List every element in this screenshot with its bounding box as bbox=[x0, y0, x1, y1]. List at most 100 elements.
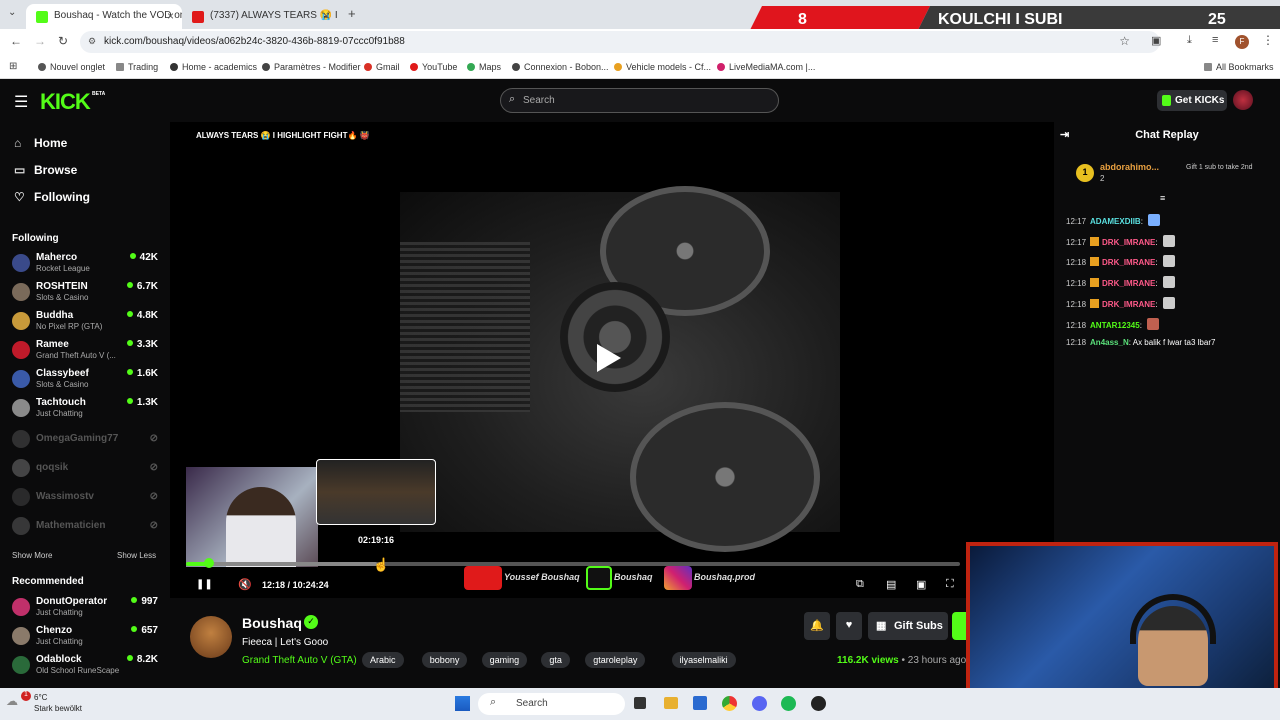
extensions-icon[interactable]: ▣ bbox=[1151, 34, 1161, 47]
bookmark-parametres[interactable]: Paramètres - Modifier bbox=[262, 62, 361, 72]
offline-channel[interactable]: OmegaGaming77 ⊘ bbox=[12, 428, 162, 456]
site-info-icon[interactable]: ⚙ bbox=[88, 36, 96, 47]
stream-tag[interactable]: gtaroleplay bbox=[585, 652, 646, 668]
pause-icon[interactable]: ❚❚ bbox=[196, 579, 213, 590]
all-bookmarks[interactable]: All Bookmarks bbox=[1204, 62, 1274, 72]
message-time: 12:17 bbox=[1066, 217, 1087, 226]
seek-knob[interactable] bbox=[203, 558, 214, 568]
bookmark-connexion[interactable]: Connexion - Bobon... bbox=[512, 62, 609, 72]
discord-icon[interactable] bbox=[752, 696, 767, 711]
gift-icon: ▦ bbox=[876, 620, 887, 632]
stream-tag[interactable]: bobony bbox=[421, 652, 468, 668]
chat-filter-icon[interactable]: ≡ bbox=[1160, 193, 1165, 203]
app-icon[interactable] bbox=[811, 696, 826, 711]
tab-list-chevron-icon[interactable]: ⌄ bbox=[8, 7, 16, 18]
reload-icon[interactable]: ↻ bbox=[58, 34, 68, 48]
message-username[interactable]: DRK_IMRANE bbox=[1102, 279, 1155, 288]
message-username[interactable]: DRK_IMRANE bbox=[1102, 300, 1155, 309]
streamer-avatar[interactable] bbox=[190, 616, 232, 658]
following-channel[interactable]: Classybeef Slots & Casino 1.6K bbox=[12, 368, 162, 396]
bookmark-star-icon[interactable]: ☆ bbox=[1119, 34, 1130, 48]
message-username[interactable]: ADAMEXDIIB bbox=[1090, 217, 1141, 226]
store-icon[interactable] bbox=[693, 696, 707, 710]
message-username[interactable]: ANTAR12345 bbox=[1090, 321, 1140, 330]
banner-number-left: 8 bbox=[798, 11, 807, 28]
profile-avatar[interactable]: F bbox=[1235, 35, 1249, 49]
close-tab-icon[interactable]: × bbox=[167, 9, 174, 23]
social-links-overlay: Youssef Boushaq Boushaq Boushaq.prod bbox=[464, 564, 762, 594]
recommended-channel[interactable]: Chenzo Just Chatting 657 bbox=[12, 625, 162, 653]
stream-tag[interactable]: Arabic bbox=[362, 652, 404, 668]
bookmark-vehicle-models[interactable]: Vehicle models - Cf... bbox=[614, 62, 711, 72]
task-view-icon[interactable] bbox=[634, 697, 646, 709]
spotify-icon[interactable] bbox=[781, 696, 796, 711]
nav-following[interactable]: ♡ Following bbox=[14, 190, 90, 204]
tab-youtube[interactable]: (7337) ALWAYS TEARS 😭 I HIGH × bbox=[182, 4, 338, 29]
weather-icon[interactable]: ☁ bbox=[6, 694, 18, 708]
nav-home[interactable]: ⌂ Home bbox=[14, 136, 67, 150]
message-username[interactable]: DRK_IMRANE bbox=[1102, 238, 1155, 247]
message-username[interactable]: An4ass_N bbox=[1090, 338, 1129, 347]
recommended-channel[interactable]: DonutOperator Just Chatting 997 bbox=[12, 596, 162, 624]
collapse-chat-icon[interactable]: ⇥ bbox=[1060, 128, 1069, 141]
bookmark-trading[interactable]: Trading bbox=[116, 62, 158, 72]
bookmark-livemedia[interactable]: LiveMediaMA.com |... bbox=[717, 62, 815, 72]
get-kicks-button[interactable]: Get KICKs bbox=[1157, 90, 1227, 111]
download-icon[interactable]: ⤓ bbox=[1187, 34, 1192, 47]
recommended-channel[interactable]: Odablock Old School RuneScape 8.2K bbox=[12, 654, 162, 682]
duration: 10:24:24 bbox=[292, 580, 329, 590]
file-explorer-icon[interactable] bbox=[664, 697, 678, 709]
following-channel[interactable]: Tachtouch Just Chatting 1.3K bbox=[12, 397, 162, 425]
bookmark-maps[interactable]: Maps bbox=[467, 62, 501, 72]
pip-icon[interactable]: ▣ bbox=[916, 578, 926, 591]
windows-start-icon[interactable] bbox=[455, 696, 470, 711]
stream-category[interactable]: Grand Theft Auto V (GTA) bbox=[242, 655, 357, 666]
video-player[interactable]: ALWAYS TEARS 😭 I HIGHLIGHT FIGHT🔥 👹 02:1… bbox=[170, 122, 1054, 598]
tab-kick[interactable]: Boushaq - Watch the VOD on K × bbox=[26, 4, 182, 29]
following-channel[interactable]: Buddha No Pixel RP (GTA) 4.8K bbox=[12, 310, 162, 338]
stream-tag[interactable]: gta bbox=[541, 652, 570, 668]
kick-icon bbox=[586, 566, 612, 590]
show-less-button[interactable]: Show Less bbox=[117, 551, 156, 560]
bookmark-nouvel-onglet[interactable]: Nouvel onglet bbox=[38, 62, 105, 72]
bookmark-academics[interactable]: Home - academics bbox=[170, 62, 257, 72]
message-username[interactable]: DRK_IMRANE bbox=[1102, 258, 1155, 267]
show-more-button[interactable]: Show More bbox=[12, 551, 52, 560]
offline-channel[interactable]: Mathematicien ⊘ bbox=[12, 515, 162, 543]
forward-icon[interactable]: → bbox=[34, 34, 46, 48]
hamburger-menu-icon[interactable]: ☰ bbox=[14, 92, 28, 112]
gift-subs-button[interactable]: ▦ Gift Subs bbox=[868, 612, 948, 640]
fullscreen-icon[interactable]: ⛶ bbox=[946, 578, 954, 591]
media-control-icon[interactable]: ≡ bbox=[1212, 34, 1218, 46]
volume-mute-icon[interactable]: 🔇 bbox=[238, 578, 252, 591]
address-bar[interactable]: ⚙ kick.com/boushaq/videos/a062b24c-3820-… bbox=[80, 31, 1160, 53]
offline-channel[interactable]: qoqsik ⊘ bbox=[12, 457, 162, 485]
nav-browse[interactable]: ▭ Browse bbox=[14, 163, 77, 177]
theater-mode-icon[interactable]: ▤ bbox=[886, 578, 896, 591]
bookmark-youtube[interactable]: YouTube bbox=[410, 62, 457, 72]
follow-button[interactable]: ♥ bbox=[836, 612, 862, 640]
clip-icon[interactable]: ⧉ bbox=[856, 578, 864, 591]
following-channel[interactable]: Maherco Rocket League 42K bbox=[12, 252, 162, 280]
kick-logo[interactable]: KICK bbox=[40, 89, 91, 115]
play-icon[interactable] bbox=[597, 344, 621, 372]
chrome-icon[interactable] bbox=[722, 696, 737, 711]
new-tab-button[interactable]: + bbox=[348, 6, 356, 21]
stream-tag[interactable]: gaming bbox=[481, 652, 528, 668]
search-input[interactable]: ⌕ Search bbox=[500, 88, 779, 113]
following-channel[interactable]: Ramee Grand Theft Auto V (... 3.3K bbox=[12, 339, 162, 367]
close-tab-icon[interactable]: × bbox=[323, 9, 330, 23]
verified-icon: ✓ bbox=[304, 615, 318, 629]
offline-channel[interactable]: Wassimostv ⊘ bbox=[12, 486, 162, 514]
top-gifter[interactable]: 1 abdorahimo... 2 Gift 1 sub to take 2nd bbox=[1076, 162, 1276, 186]
following-channel[interactable]: ROSHTEIN Slots & Casino 6.7K bbox=[12, 281, 162, 309]
taskbar-search[interactable]: ⌕ Search bbox=[478, 693, 625, 715]
back-icon[interactable]: ← bbox=[10, 34, 22, 48]
apps-grid-icon[interactable]: ⊞ bbox=[9, 61, 17, 72]
bookmark-gmail[interactable]: Gmail bbox=[364, 62, 400, 72]
browser-menu-icon[interactable]: ⋮ bbox=[1262, 33, 1274, 47]
streamer-name[interactable]: Boushaq bbox=[242, 615, 302, 631]
stream-tag[interactable]: ilyaselmaliki bbox=[671, 652, 736, 668]
notifications-button[interactable]: 🔔 bbox=[804, 612, 830, 640]
user-avatar[interactable] bbox=[1233, 90, 1253, 110]
